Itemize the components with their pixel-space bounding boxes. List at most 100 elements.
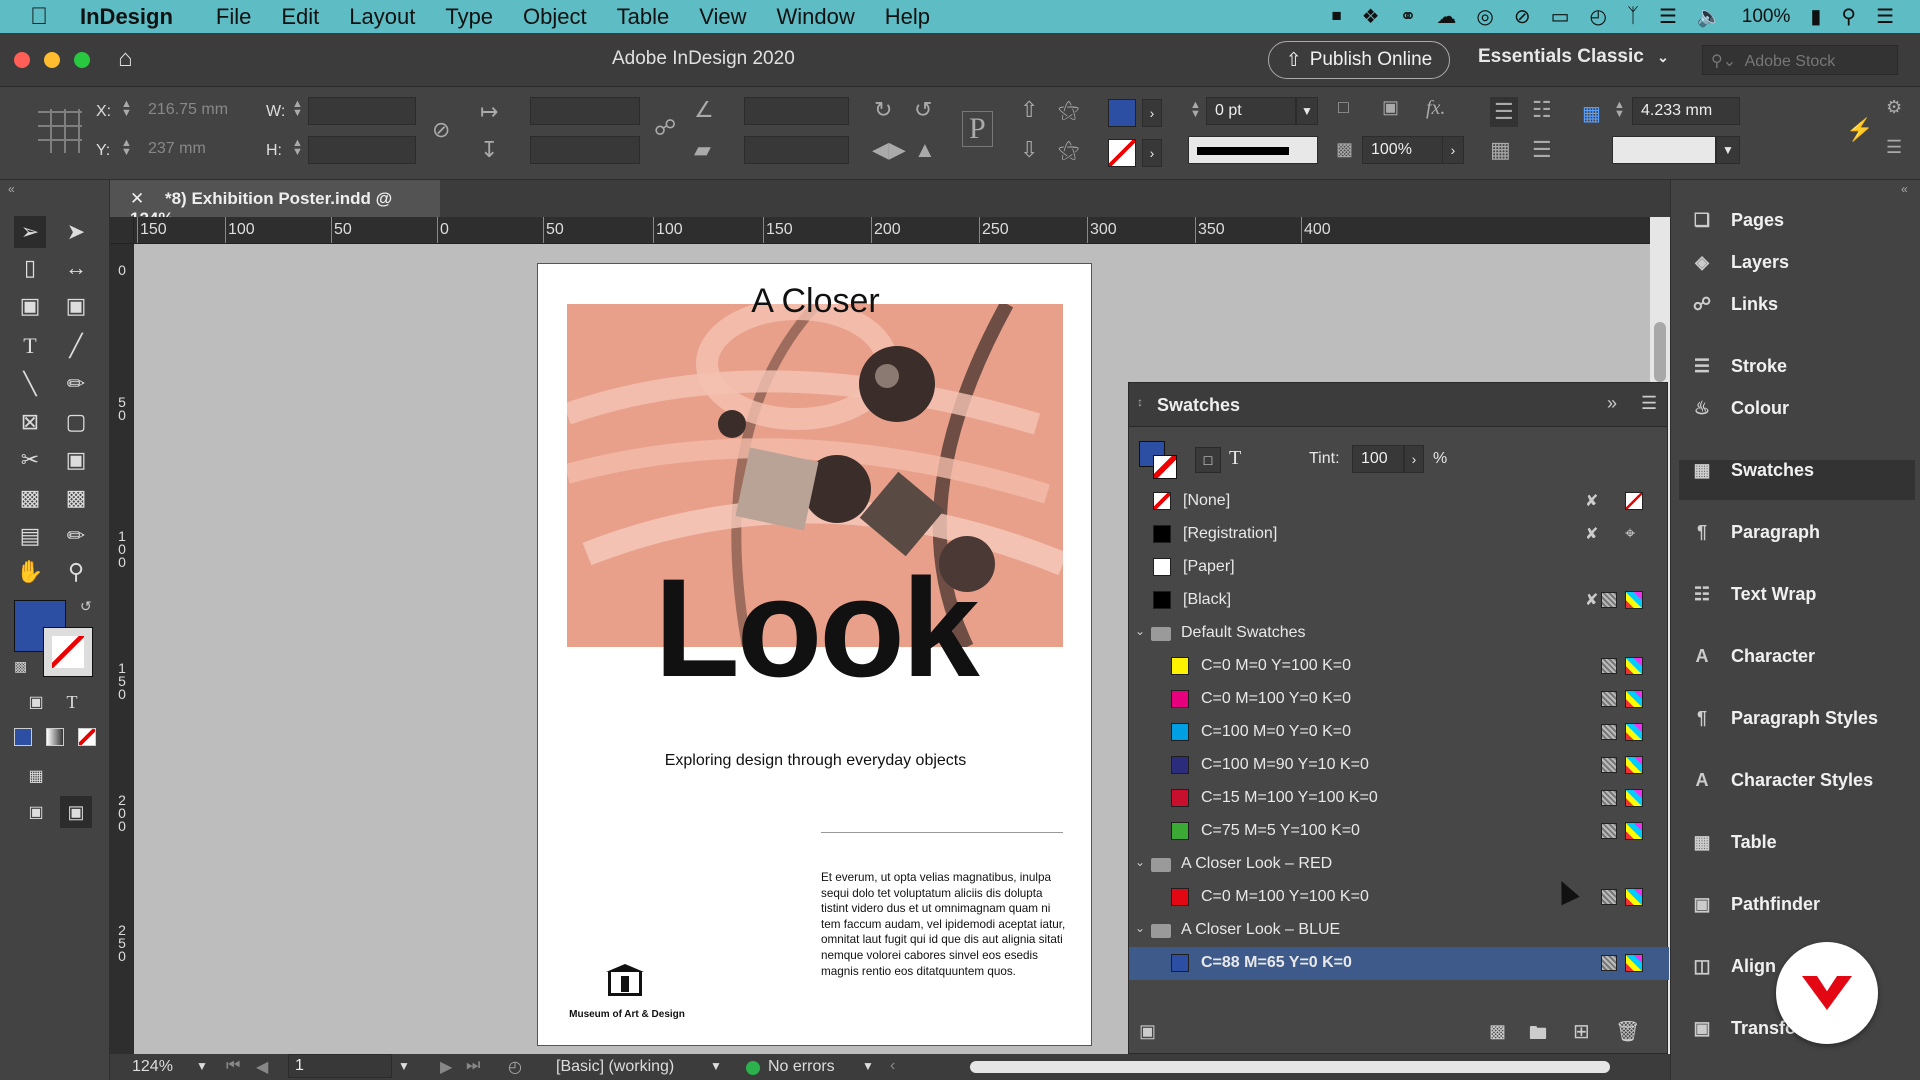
poster-body-text[interactable]: Et everum, ut opta velias magnatibus, in… — [821, 870, 1066, 979]
poster-title-big[interactable]: Look — [538, 558, 1093, 698]
swatch-group[interactable]: ⌄ Default Swatches — [1129, 617, 1669, 650]
page-dropdown-icon[interactable]: ▼ — [398, 1059, 410, 1073]
wifi-icon[interactable]: ☰ — [1659, 4, 1677, 29]
h-spinner[interactable]: ▲ ▼ — [292, 138, 303, 158]
preview-mode-icon[interactable]: ▣ — [20, 796, 52, 828]
hand-tool-icon[interactable]: ✋ — [14, 556, 46, 588]
gradient-feather-tool-icon[interactable]: ▩ — [60, 482, 92, 514]
text-format-icon[interactable]: T — [1229, 447, 1241, 470]
battery-icon[interactable]: ▮ — [1810, 4, 1821, 29]
formatting-text-icon[interactable]: T — [56, 686, 88, 718]
menu-view[interactable]: View — [699, 4, 746, 30]
text-wrap-bounding-icon[interactable]: ☷ — [1532, 97, 1552, 123]
poster-title-top[interactable]: A Closer — [538, 282, 1093, 321]
swatch-row[interactable]: C=15 M=100 Y=100 K=0 — [1129, 782, 1669, 815]
stroke-swatch-arrow[interactable]: › — [1142, 139, 1162, 167]
x-field[interactable]: 216.75 mm — [140, 97, 246, 125]
workspace-switcher[interactable]: Essentials Classic ⌄ — [1478, 46, 1669, 68]
effects-icon[interactable]: fx. — [1426, 97, 1445, 120]
tint-arrow[interactable]: › — [1404, 445, 1424, 473]
dock-item-character[interactable]: A Character — [1689, 646, 1914, 686]
stroke-type-dropdown[interactable] — [1188, 136, 1318, 164]
collapse-panel-icon[interactable]: » — [1607, 393, 1617, 414]
volume-icon[interactable]: 🔈 — [1697, 4, 1722, 29]
brand-badge-icon[interactable] — [1776, 942, 1878, 1044]
zoom-level[interactable]: 124% — [132, 1058, 173, 1076]
x-spinner[interactable]: ▲ ▼ — [121, 99, 132, 119]
cloud-upload-icon[interactable]: ☁ — [1436, 4, 1456, 29]
drop-shadow-icon[interactable]: ▣ — [1382, 97, 1399, 118]
gap-field[interactable]: 4.233 mm — [1632, 97, 1740, 125]
flip-horizontal-icon[interactable]: ◀▶ — [872, 137, 906, 163]
swatch-row[interactable]: [Registration] ✘ ⌖ — [1129, 518, 1669, 551]
note-tool-icon[interactable]: ▤ — [14, 520, 46, 552]
apply-color-icon[interactable] — [14, 728, 32, 746]
scale-x-field[interactable] — [530, 97, 640, 125]
ruler-origin[interactable] — [110, 217, 134, 244]
dock-item-character-styles[interactable]: A Character Styles — [1689, 770, 1914, 810]
rotate-angle-field[interactable] — [744, 97, 849, 125]
settings-gear-icon[interactable]: ⚙ — [1886, 97, 1902, 118]
fit-frame-icon[interactable]: □ — [1338, 97, 1349, 118]
constrain-proportions-icon[interactable]: ⊘ — [432, 117, 450, 143]
dock-item-paragraph[interactable]: ¶ Paragraph — [1689, 522, 1914, 562]
shear-angle-icon[interactable]: ▰ — [694, 137, 711, 163]
delete-swatch-icon[interactable]: 🗑 — [1615, 1019, 1640, 1044]
zoom-window-button[interactable] — [74, 52, 90, 68]
dock-item-stroke[interactable]: ☰ Stroke — [1689, 356, 1914, 396]
disclosure-chevron-icon[interactable]: ⌄ — [1135, 624, 1145, 638]
reference-point-icon[interactable] — [38, 109, 82, 153]
swatch-row[interactable]: C=100 M=90 Y=10 K=0 — [1129, 749, 1669, 782]
quick-apply-icon[interactable]: ⚡ — [1846, 117, 1873, 143]
airplay-icon[interactable]: ▭ — [1551, 4, 1570, 29]
document-page[interactable]: A Closer Look Exploring design through e… — [537, 263, 1092, 1046]
dock-item-paragraph-styles[interactable]: ¶ Paragraph Styles — [1689, 708, 1914, 748]
swatch-row[interactable]: [Paper] — [1129, 551, 1669, 584]
swatch-row[interactable]: C=100 M=0 Y=0 K=0 — [1129, 716, 1669, 749]
page-number-field[interactable]: 1 — [288, 1054, 392, 1078]
direct-selection-tool-icon[interactable]: ➤ — [60, 216, 92, 248]
rectangle-frame-tool-icon[interactable]: ⊠ — [14, 406, 46, 438]
swatches-title[interactable]: Swatches — [1157, 395, 1240, 416]
swap-fill-stroke-icon[interactable]: ↺ — [80, 598, 92, 615]
poster-subtitle[interactable]: Exploring design through everyday object… — [538, 752, 1093, 770]
preflight-icon[interactable]: ◴ — [508, 1057, 522, 1077]
next-page-icon[interactable]: ▶ — [440, 1057, 452, 1077]
swatch-row[interactable]: [Black] ✘ — [1129, 584, 1669, 617]
time-machine-icon[interactable]: ◴ — [1589, 4, 1606, 29]
new-swatch-icon[interactable]: ⊞ — [1573, 1019, 1590, 1044]
horizontal-scrollbar[interactable] — [970, 1061, 1610, 1073]
gap-spinner[interactable]: ▲ ▼ — [1614, 100, 1625, 120]
menu-window[interactable]: Window — [777, 4, 855, 30]
link-icon[interactable]: ☍ — [654, 115, 676, 141]
expand-dock-icon[interactable]: « — [1901, 182, 1908, 196]
scale-x-icon[interactable]: ↦ — [480, 99, 498, 125]
frame-fitting-arrow[interactable]: ▼ — [1716, 136, 1740, 164]
swatch-row[interactable]: [None] ✘ — [1129, 485, 1669, 518]
rotate-cw-icon[interactable]: ↻ — [874, 97, 892, 123]
disclosure-chevron-icon[interactable]: ⌄ — [1135, 855, 1145, 869]
spotlight-icon[interactable]: ⚲ — [1841, 4, 1856, 29]
gap-tool-icon[interactable]: ↔ — [60, 252, 92, 284]
text-wrap-shape-icon[interactable]: ▦ — [1490, 137, 1511, 163]
text-wrap-none-icon[interactable]: ☰ — [1490, 97, 1518, 127]
show-swatch-kind-icon[interactable]: ▣ — [1139, 1021, 1156, 1042]
swatch-group[interactable]: ⌄ A Closer Look – RED — [1129, 848, 1669, 881]
tint-field[interactable]: 100 — [1352, 445, 1404, 473]
errors-status[interactable]: No errors — [768, 1058, 835, 1076]
type-tool-icon[interactable]: T — [14, 330, 46, 362]
swatch-row[interactable]: C=0 M=100 Y=100 K=0 — [1129, 881, 1669, 914]
stroke-swatch-control[interactable] — [1108, 139, 1136, 167]
control-center-icon[interactable]: ☰ — [1876, 4, 1894, 29]
rotate-angle-icon[interactable]: ∠ — [694, 97, 714, 123]
scissors-tool-icon[interactable]: ✂ — [14, 444, 46, 476]
dock-item-layers[interactable]: ◈ Layers — [1689, 252, 1914, 292]
new-folder-icon[interactable]: 🖿 — [1529, 1021, 1547, 1051]
selection-tool-icon[interactable]: ➢ — [14, 216, 46, 248]
errors-dropdown-icon[interactable]: ▼ — [862, 1059, 874, 1073]
menu-edit[interactable]: Edit — [281, 4, 319, 30]
scroll-left-icon[interactable]: ‹ — [890, 1057, 895, 1075]
container-format-icon[interactable]: □ — [1195, 447, 1221, 473]
panel-menu-icon[interactable]: ☰ — [1886, 137, 1902, 158]
scale-y-icon[interactable]: ↧ — [480, 137, 498, 163]
